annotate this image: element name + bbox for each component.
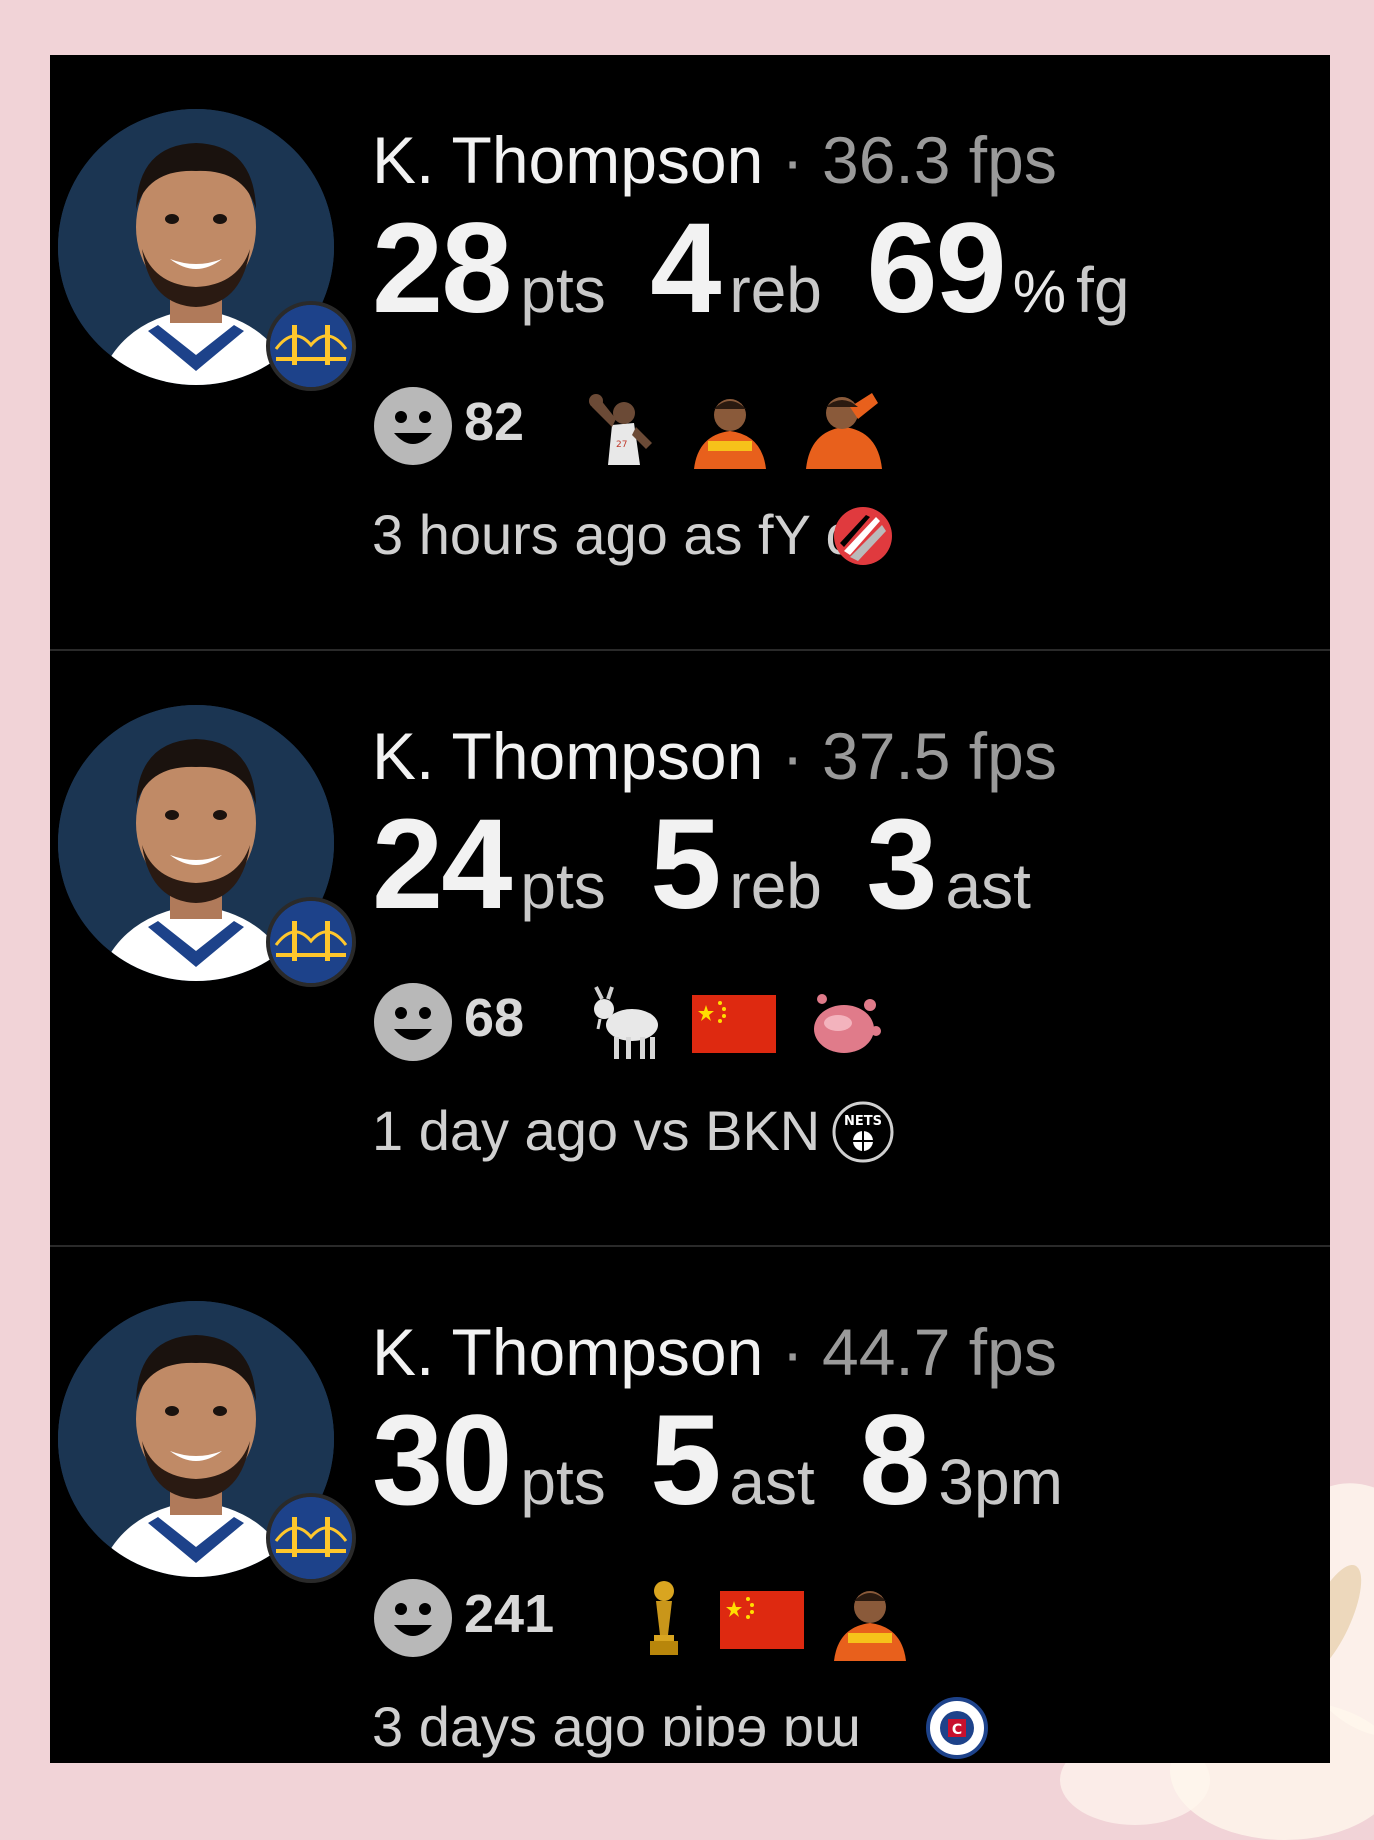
china-flag-icon[interactable] (692, 981, 776, 1065)
pink-splash-icon[interactable] (804, 981, 888, 1065)
smiley-reaction-icon[interactable] (372, 981, 454, 1063)
stat-line: 24 pts 5 reb 3 ast (372, 801, 1071, 929)
game-entry[interactable]: K. Thompson · 37.5 fps 24 pts 5 reb 3 ast 6… (50, 651, 1330, 1247)
warriors-logo-icon (266, 897, 356, 987)
stat-unit: pts (520, 850, 606, 922)
stat-field-goal: 69% fg (866, 205, 1129, 333)
stat-value: 5 (650, 793, 721, 936)
reaction-count: 68 (464, 988, 525, 1048)
reaction-count: 82 (464, 392, 525, 452)
game-meta: 3 hours ago as fY cx (372, 503, 882, 566)
stat-unit: reb (729, 254, 822, 326)
player-title: K. Thompson · 44.7 fps (372, 1319, 1057, 1385)
stat-unit: reb (729, 850, 822, 922)
stat-value: 8 (859, 1389, 930, 1532)
stat-value: 3 (866, 793, 937, 936)
stat-percent-sign: % (1012, 258, 1067, 325)
stat-value: 28 (372, 197, 512, 340)
player-name[interactable]: K. Thompson (372, 719, 763, 793)
trophy-icon[interactable] (622, 1577, 706, 1661)
game-meta: 3 days ago ɒiɒɘ ɒɯ (372, 1695, 861, 1758)
stat-points: 30 pts (372, 1397, 606, 1525)
svg-text:C: C (952, 1722, 962, 1738)
smiley-reaction-icon[interactable] (372, 1577, 454, 1659)
player-name[interactable]: K. Thompson (372, 1315, 763, 1389)
stat-assists: 3 ast (866, 801, 1031, 929)
stat-assists: 5 ast (650, 1397, 815, 1525)
game-entry[interactable]: K. Thompson · 36.3 fps 28 pts 4 reb 69% fg … (50, 55, 1330, 651)
stat-three-pointers: 8 3pm (859, 1397, 1063, 1525)
stat-points: 24 pts (372, 801, 606, 929)
stat-value: 69 (866, 197, 1006, 340)
blazers-logo-icon[interactable] (832, 505, 894, 567)
player-title: K. Thompson · 36.3 fps (372, 127, 1057, 193)
stat-value: 5 (650, 1389, 721, 1532)
title-separator: · (781, 1315, 804, 1389)
game-feed-panel: K. Thompson · 36.3 fps 28 pts 4 reb 69% fg … (50, 55, 1330, 1763)
game-entry[interactable]: K. Thompson · 44.7 fps 30 pts 5 ast 8 3pm 2… (50, 1247, 1330, 1763)
clippers-logo-icon[interactable]: C (926, 1697, 988, 1759)
drake-approve-icon[interactable] (688, 385, 772, 469)
stat-value: 24 (372, 793, 512, 936)
title-separator: · (781, 719, 804, 793)
svg-text:27: 27 (616, 440, 627, 450)
stat-unit: fg (1076, 254, 1130, 326)
stat-unit: ast (945, 850, 1031, 922)
china-flag-icon[interactable] (720, 1577, 804, 1661)
goat-icon[interactable] (586, 981, 670, 1065)
player-title: K. Thompson · 37.5 fps (372, 723, 1057, 789)
stat-rebounds: 4 reb (650, 205, 822, 333)
nets-logo-icon[interactable]: NETS (832, 1101, 894, 1163)
stat-unit: 3pm (938, 1446, 1063, 1518)
game-meta: 1 day ago vs BKN (372, 1099, 821, 1162)
stat-line: 30 pts 5 ast 8 3pm (372, 1397, 1103, 1525)
reaction-count: 241 (464, 1584, 555, 1644)
title-separator: · (781, 123, 804, 197)
stat-value: 30 (372, 1389, 512, 1532)
player-name[interactable]: K. Thompson (372, 123, 763, 197)
drake-reject-icon[interactable] (802, 385, 886, 469)
stat-unit: pts (520, 1446, 606, 1518)
stat-value: 4 (650, 197, 721, 340)
stat-unit: pts (520, 254, 606, 326)
stat-rebounds: 5 reb (650, 801, 822, 929)
fantasy-points: 44.7 fps (822, 1315, 1057, 1389)
stat-line: 28 pts 4 reb 69% fg (372, 205, 1169, 333)
fantasy-points: 36.3 fps (822, 123, 1057, 197)
drake-approve-icon[interactable] (828, 1577, 912, 1661)
stat-unit: ast (729, 1446, 815, 1518)
warriors-logo-icon (266, 1493, 356, 1583)
svg-text:NETS: NETS (844, 1114, 882, 1129)
fantasy-points: 37.5 fps (822, 719, 1057, 793)
stat-points: 28 pts (372, 205, 606, 333)
warriors-logo-icon (266, 301, 356, 391)
flexing-player-icon[interactable]: 27 (582, 385, 666, 469)
smiley-reaction-icon[interactable] (372, 385, 454, 467)
